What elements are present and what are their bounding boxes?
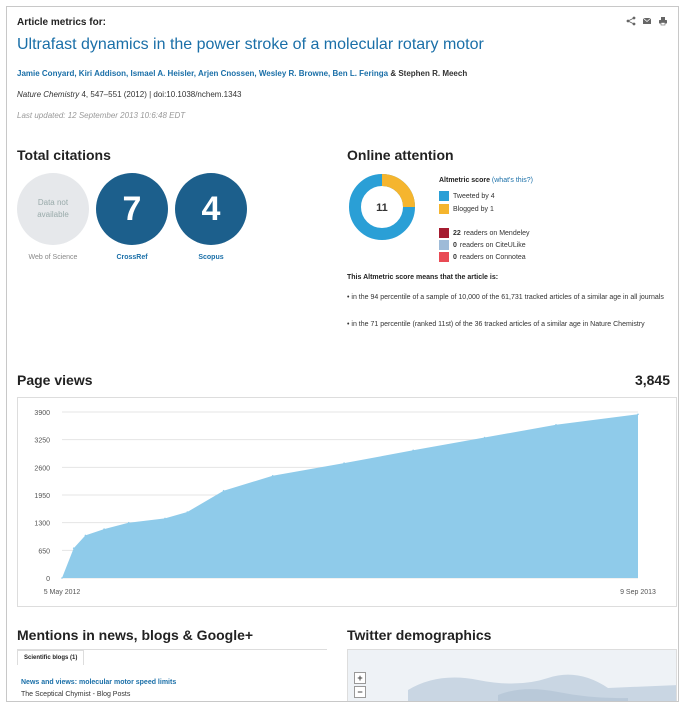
whats-this-link[interactable]: (what's this?)	[492, 177, 533, 184]
legend-swatch	[439, 228, 449, 238]
share-icon[interactable]	[626, 13, 636, 26]
data-point	[483, 436, 486, 439]
twitter-demographics-heading: Twitter demographics	[347, 627, 492, 643]
legend-blogged: Blogged by 1	[439, 204, 494, 214]
x-tick-label: 9 Sep 2013	[620, 589, 656, 596]
online-attention-heading: Online attention	[347, 147, 454, 163]
page-views-heading: Page views	[17, 372, 93, 388]
readers-citeulike: 0 readers on CiteULike	[439, 240, 526, 250]
data-point	[555, 424, 557, 426]
y-tick-label: 0	[46, 576, 50, 583]
y-tick-label: 3900	[34, 410, 50, 417]
legend-swatch	[439, 252, 449, 262]
twitter-map[interactable]: + −	[347, 649, 677, 701]
author-last[interactable]: & Stephen R. Meech	[390, 69, 467, 78]
journal-name: Nature Chemistry	[17, 90, 80, 99]
page-kicker: Article metrics for:	[17, 17, 106, 28]
altmetric-bullet-2: • in the 71 percentile (ranked 11st) of …	[347, 321, 645, 328]
wos-text-1: Data not	[37, 198, 69, 207]
y-tick-label: 1950	[34, 493, 50, 500]
tab-scientific-blogs[interactable]: Scientific blogs (1)	[17, 650, 85, 665]
readers-label: readers on CiteULike	[459, 241, 526, 249]
blog-source: The Sceptical Chymist - Blog Posts	[21, 691, 131, 698]
legend-label: Blogged by 1	[453, 205, 494, 213]
print-icon[interactable]	[658, 13, 668, 26]
data-point	[343, 462, 345, 464]
page-views-chart: 0 650 1300 1950 2600 3250 3900 5 May 2012 9 Sep …	[17, 397, 677, 607]
y-tick-label: 3250	[34, 438, 50, 445]
altmetric-means-heading: This Altmetric score means that the arti…	[347, 274, 499, 281]
data-point	[271, 475, 274, 477]
y-tick-label: 1300	[34, 521, 50, 528]
mentions-heading: Mentions in news, blogs & Google+	[17, 627, 254, 643]
data-point	[72, 547, 75, 549]
data-point	[103, 528, 105, 530]
x-tick-label: 5 May 2012	[44, 589, 81, 596]
world-map	[408, 674, 676, 701]
wos-text-2: available	[37, 210, 69, 219]
scopus-link[interactable]: Scopus	[175, 254, 247, 261]
readers-count: 0	[453, 253, 457, 261]
author-list: Jamie Conyard, Kiri Addison, Ismael A. H…	[17, 69, 467, 78]
page-views-area	[62, 414, 638, 578]
citation-line: Nature Chemistry 4, 547–551 (2012) | doi…	[17, 90, 241, 99]
data-point	[127, 521, 130, 524]
zoom-out-button[interactable]: −	[354, 686, 366, 698]
zoom-in-button[interactable]: +	[354, 672, 366, 684]
article-metrics-panel: Article metrics for: Ultrafast dynamics …	[6, 6, 679, 702]
wos-circle: Data not available	[17, 173, 89, 245]
citation-details: 4, 547–551 (2012) | doi:10.1038/nchem.13…	[81, 90, 242, 99]
y-tick-label: 650	[38, 548, 50, 555]
page-views-svg: 0 650 1300 1950 2600 3250 3900 5 May 2012 9 Sep …	[34, 410, 656, 596]
header-actions	[626, 13, 668, 26]
crossref-link[interactable]: CrossRef	[96, 254, 168, 261]
data-point	[637, 413, 639, 416]
crossref-circle[interactable]: 7	[96, 173, 168, 245]
data-point	[164, 517, 166, 520]
legend-swatch	[439, 240, 449, 250]
legend-swatch	[439, 204, 449, 214]
data-point	[222, 489, 225, 492]
y-tick-label: 2600	[34, 465, 50, 472]
altmetric-title: Altmetric score (what's this?)	[439, 177, 533, 184]
readers-count: 0	[453, 241, 457, 249]
blog-post-link[interactable]: News and views: molecular motor speed li…	[21, 679, 176, 686]
article-title-link[interactable]: Ultrafast dynamics in the power stroke o…	[17, 36, 484, 54]
altmetric-bullet-1: • in the 94 percentile of a sample of 10…	[347, 294, 664, 301]
scopus-circle[interactable]: 4	[175, 173, 247, 245]
total-citations-heading: Total citations	[17, 147, 111, 163]
readers-count: 22	[453, 229, 461, 237]
wos-label: Web of Science	[28, 254, 78, 261]
readers-connotea: 0 readers on Connotea	[439, 252, 526, 262]
author-links[interactable]: Jamie Conyard, Kiri Addison, Ismael A. H…	[17, 69, 388, 78]
altmetric-label: Altmetric score	[439, 177, 490, 184]
altmetric-score: 11	[376, 202, 388, 214]
data-point	[186, 511, 189, 513]
email-icon[interactable]	[642, 13, 652, 24]
legend-swatch	[439, 191, 449, 201]
legend-label: Tweeted by 4	[453, 192, 495, 200]
page-views-total: 3,845	[634, 372, 670, 388]
readers-mendeley: 22 readers on Mendeley	[439, 228, 530, 238]
last-updated: Last updated: 12 September 2013 10:6:48 …	[17, 111, 186, 120]
data-point	[84, 534, 87, 537]
readers-label: readers on Connotea	[459, 253, 526, 261]
altmetric-donut[interactable]: 11	[347, 172, 417, 242]
data-point	[412, 449, 415, 452]
legend-tweeted: Tweeted by 4	[439, 191, 495, 201]
readers-label: readers on Mendeley	[463, 229, 530, 237]
data-point	[61, 577, 63, 579]
